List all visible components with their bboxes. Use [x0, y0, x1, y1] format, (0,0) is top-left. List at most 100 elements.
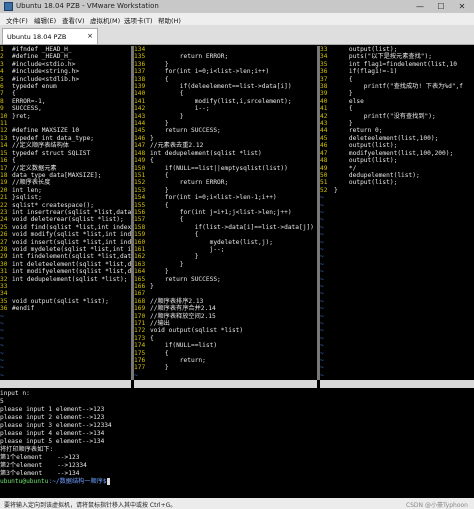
- line-text: #include<stdlib.h>: [12, 75, 80, 83]
- line-number: 149: [134, 157, 146, 165]
- line-number: 177: [134, 364, 146, 372]
- empty-line-marker: ~: [320, 283, 324, 290]
- line-text: data_type data[MAXSIZE];: [12, 171, 102, 179]
- status-line-main: main.c 52,1 底: [320, 380, 474, 411]
- line-text: }: [334, 90, 353, 98]
- line-text: //定义数据元素: [12, 164, 57, 172]
- minimize-button[interactable]: —: [410, 1, 430, 12]
- code-line: 150 if(NULL==list||emptysqlist(list)): [134, 165, 317, 172]
- empty-line-marker: ~: [320, 238, 324, 246]
- shell-output[interactable]: input n: 5 please input 1 element-->123 ple…: [0, 390, 474, 486]
- menu-edit[interactable]: 编辑(E): [34, 15, 56, 25]
- line-text: typedef struct SQLIST: [12, 149, 91, 157]
- line-number: 137: [134, 68, 146, 76]
- empty-line-marker: ~: [320, 327, 324, 335]
- terminal-screen[interactable]: 1 #ifndef _HEAD_H_ 2 #define _HEAD_H_ 3 #incl…: [0, 46, 474, 498]
- menu-tabs[interactable]: 选项卡(T): [124, 15, 153, 25]
- line-text: puts("以下是按元素查找");: [334, 53, 432, 61]
- menu-file[interactable]: 文件(F): [6, 15, 28, 25]
- line-number: 23: [0, 208, 8, 216]
- line-number: 158: [134, 223, 146, 231]
- line-number: 36: [320, 68, 328, 76]
- tab-close-icon[interactable]: ×: [87, 32, 93, 40]
- line-number: 18: [0, 171, 8, 179]
- line-number: 4: [0, 68, 4, 76]
- line-text: {: [12, 157, 16, 165]
- code-line: 8 ERROR=-1,: [0, 98, 131, 105]
- line-number: 40: [320, 97, 328, 105]
- vim-pane-main[interactable]: 33 output(list); 34 puts("以下是按元素查找"); 35 i…: [320, 46, 474, 380]
- line-text: {: [150, 90, 184, 98]
- maximize-button[interactable]: ☐: [431, 1, 451, 12]
- line-text: output(list);: [334, 157, 398, 165]
- line-number: 163: [134, 260, 146, 268]
- vim-pane-head[interactable]: 1 #ifndef _HEAD_H_ 2 #define _HEAD_H_ 3 #incl…: [0, 46, 131, 380]
- empty-line-marker: ~: [0, 357, 4, 365]
- line-text: #ifndef _HEAD_H_: [12, 46, 72, 53]
- code-line: 7{: [0, 90, 131, 97]
- line-number: 153: [134, 186, 146, 194]
- code-line: 42 printf("没有查找到");: [320, 113, 474, 120]
- line-number: 37: [320, 75, 328, 83]
- vim-pane-test[interactable]: 134 135 return ERROR; 136 } 137 for(int i=0…: [134, 46, 317, 380]
- code-line: 32 int dedupelement(sqlist *list);: [0, 276, 131, 283]
- line-number: 27: [0, 238, 8, 246]
- line-number: 33: [0, 283, 8, 290]
- prompt-user: ubuntu@ubuntu: [0, 478, 49, 485]
- code-line: 44 return 0;: [320, 127, 474, 134]
- line-number: 47: [320, 149, 328, 157]
- code-line: 31 int modifyelement(sqlist *list,dat: [0, 268, 131, 275]
- line-number: 168: [134, 297, 146, 305]
- menu-view[interactable]: 查看(V): [62, 15, 85, 25]
- code-line: 4 #include<string.h>: [0, 68, 131, 75]
- line-text: {: [150, 157, 154, 165]
- shell-line: please input 4 element-->134: [0, 430, 105, 437]
- line-number: 171: [134, 320, 146, 328]
- line-text: {: [12, 90, 16, 98]
- code-line: 145 return SUCCESS;: [134, 127, 317, 134]
- line-number: 46: [320, 142, 328, 150]
- tab-ubuntu[interactable]: Ubuntu 18.04 PZB ×: [2, 28, 98, 44]
- line-number: 5: [0, 75, 4, 83]
- empty-line-marker: ~: [320, 364, 324, 372]
- line-text: printf("没有查找到");: [334, 112, 436, 120]
- menu-help[interactable]: 帮助(H): [158, 15, 181, 25]
- line-text: i--;: [150, 105, 210, 113]
- code-line: 43 }: [320, 120, 474, 127]
- line-number: 20: [0, 186, 8, 194]
- line-number: 160: [134, 238, 146, 246]
- line-text: void output(sqlist *list): [150, 327, 244, 335]
- line-text: {: [150, 231, 199, 239]
- line-text: }: [150, 186, 169, 194]
- line-text: dedupelement(list);: [334, 171, 420, 179]
- empty-line-marker: ~: [320, 320, 324, 328]
- code-line: 37 {: [320, 76, 474, 83]
- line-number: 39: [320, 90, 328, 98]
- line-text: }: [150, 268, 169, 276]
- line-text: }: [150, 112, 184, 120]
- line-text: #endif: [12, 305, 35, 313]
- menu-vm[interactable]: 虚拟机(M): [90, 15, 120, 25]
- line-text: }: [150, 120, 169, 128]
- line-text: {: [150, 171, 169, 179]
- tab-label: Ubuntu 18.04 PZB: [7, 33, 67, 41]
- line-number: 15: [0, 149, 8, 157]
- line-number: 36: [0, 305, 8, 313]
- code-line: 158 if(list->data[i]==list->data[j]): [134, 224, 317, 231]
- line-text: //顺序表有序合并2.14: [150, 305, 216, 313]
- input-hint: 要将输入定向到该虚拟机，请将鼠标指针移入其中或按 Ctrl+G。: [4, 502, 177, 509]
- line-number: 26: [0, 231, 8, 239]
- empty-line-marker: ~: [320, 245, 324, 253]
- line-text: {: [150, 201, 169, 209]
- line-number: 154: [134, 194, 146, 202]
- line-number: 17: [0, 164, 8, 172]
- code-line: 27 void insert(sqlist *list,int index: [0, 239, 131, 246]
- line-number: 33: [320, 46, 328, 53]
- line-number: 135: [134, 53, 146, 61]
- code-line: 2 #define _HEAD_H_: [0, 53, 131, 60]
- close-button[interactable]: ✕: [452, 1, 472, 12]
- line-text: int dedupelement(sqlist *list);: [12, 275, 128, 283]
- line-text: {: [334, 75, 353, 83]
- code-line: 6 typedef enum: [0, 83, 131, 90]
- line-text: {: [150, 349, 169, 357]
